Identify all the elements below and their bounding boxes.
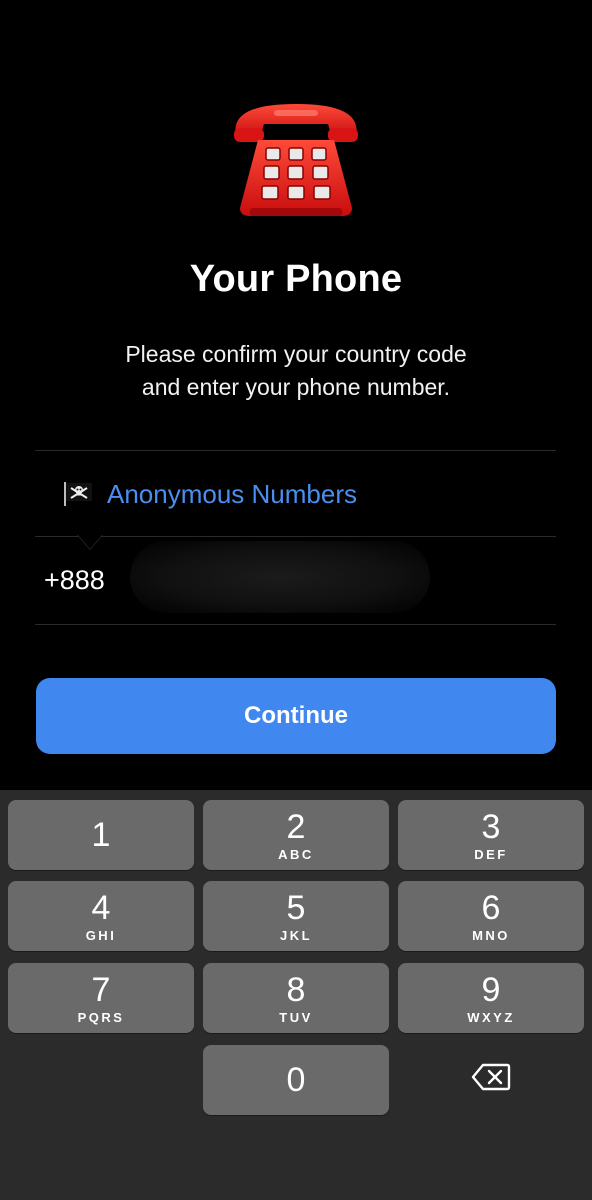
key-letters: ABC xyxy=(278,846,314,862)
country-selector[interactable]: Anonymous Numbers xyxy=(35,452,556,536)
key-6[interactable]: 6 MNO xyxy=(398,881,584,951)
key-digit: 1 xyxy=(91,816,111,854)
key-digit: 3 xyxy=(481,807,501,846)
backspace-key[interactable] xyxy=(398,1044,584,1114)
pirate-flag-icon xyxy=(61,481,95,507)
key-digit: 0 xyxy=(286,1061,306,1099)
country-name: Anonymous Numbers xyxy=(107,478,357,509)
country-code[interactable]: +888 xyxy=(44,565,128,596)
key-digit: 2 xyxy=(286,807,306,846)
key-digit: 6 xyxy=(481,888,501,927)
key-0[interactable]: 0 xyxy=(203,1045,389,1115)
key-5[interactable]: 5 JKL xyxy=(203,881,389,951)
key-letters: WXYZ xyxy=(467,1009,515,1025)
key-letters: JKL xyxy=(279,927,313,943)
key-8[interactable]: 8 TUV xyxy=(203,963,389,1033)
key-letters: PQRS xyxy=(77,1009,125,1025)
subtitle-line-1: Please confirm your country code xyxy=(125,341,467,367)
key-2[interactable]: 2 ABC xyxy=(203,800,389,870)
key-digit: 5 xyxy=(286,888,306,927)
key-9[interactable]: 9 WXYZ xyxy=(398,963,584,1033)
subtitle-line-2: and enter your phone number. xyxy=(141,374,451,400)
key-letters: TUV xyxy=(279,1009,313,1025)
key-digit: 8 xyxy=(286,970,306,1009)
page-subtitle: Please confirm your country code and ent… xyxy=(60,338,532,404)
key-digit: 9 xyxy=(481,970,501,1009)
divider-bottom xyxy=(35,624,556,625)
key-letters: DEF xyxy=(474,846,508,862)
backspace-icon xyxy=(471,1063,511,1096)
phone-number-row: +888 xyxy=(35,537,556,625)
key-digit: 7 xyxy=(91,970,111,1009)
telephone-icon xyxy=(228,96,364,220)
continue-button[interactable]: Continue xyxy=(36,678,556,754)
phone-number-input[interactable] xyxy=(135,537,439,625)
key-4[interactable]: 4 GHI xyxy=(8,881,194,951)
phone-entry-screen: Your Phone Please confirm your country c… xyxy=(0,0,592,1200)
key-7[interactable]: 7 PQRS xyxy=(8,963,194,1033)
key-3[interactable]: 3 DEF xyxy=(398,800,584,870)
key-digit: 4 xyxy=(91,888,111,927)
numeric-keyboard: 1 2 ABC 3 DEF 4 GHI 5 JKL 6 MNO 7 PQRS 8… xyxy=(0,790,592,1200)
key-letters: MNO xyxy=(472,927,510,943)
key-letters: GHI xyxy=(85,927,117,943)
divider-top xyxy=(35,450,556,451)
key-1[interactable]: 1 xyxy=(8,800,194,870)
page-title: Your Phone xyxy=(189,258,403,300)
